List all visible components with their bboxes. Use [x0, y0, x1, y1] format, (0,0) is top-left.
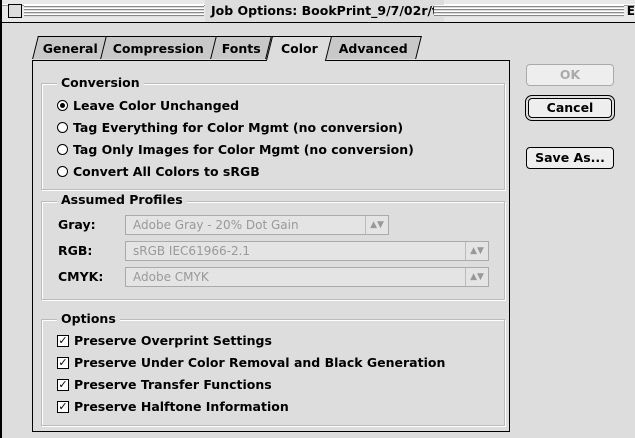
radio-selected-icon[interactable]: [57, 100, 68, 111]
checkbox-label: Preserve Halftone Information: [74, 399, 289, 414]
cmyk-profile-select[interactable]: Adobe CMYK ▲▼: [125, 267, 489, 287]
options-title: Options: [57, 311, 120, 326]
tab-color[interactable]: Color: [265, 36, 333, 61]
checkbox-ucr-bg[interactable]: ✓ Preserve Under Color Removal and Black …: [57, 355, 445, 370]
job-options-window: Job Options: BookPrint_9/7/02r/t E Gener…: [0, 0, 635, 438]
radio-label: Leave Color Unchanged: [73, 98, 240, 113]
updown-arrows-icon: ▲▼: [465, 268, 488, 286]
ok-button[interactable]: OK: [526, 64, 614, 86]
radio-leave-unchanged[interactable]: Leave Color Unchanged: [57, 98, 239, 113]
checkbox-label: Preserve Under Color Removal and Black G…: [74, 355, 446, 370]
checkbox-checked-icon[interactable]: ✓: [57, 334, 69, 347]
cmyk-profile-value: Adobe CMYK: [133, 270, 209, 284]
checkbox-checked-icon[interactable]: ✓: [57, 356, 69, 369]
checkbox-transfer[interactable]: ✓ Preserve Transfer Functions: [57, 377, 272, 392]
rgb-profile-select[interactable]: sRGB IEC61966-2.1 ▲▼: [125, 241, 489, 261]
gray-profile-value: Adobe Gray - 20% Dot Gain: [133, 218, 299, 232]
cancel-button[interactable]: Cancel: [528, 98, 612, 118]
save-as-button[interactable]: Save As...: [526, 147, 614, 169]
cmyk-label: CMYK:: [58, 269, 104, 284]
title-stripes-left: [24, 5, 204, 17]
radio-label: Convert All Colors to sRGB: [73, 164, 260, 179]
updown-arrows-icon: ▲▼: [365, 216, 388, 234]
checkbox-label: Preserve Transfer Functions: [74, 377, 272, 392]
radio-tag-everything[interactable]: Tag Everything for Color Mgmt (no conver…: [57, 120, 403, 135]
rgb-profile-value: sRGB IEC61966-2.1: [133, 244, 251, 258]
profiles-title: Assumed Profiles: [57, 192, 187, 207]
window-title: Job Options: BookPrint_9/7/02r/t: [205, 0, 445, 22]
radio-convert-srgb[interactable]: Convert All Colors to sRGB: [57, 164, 260, 179]
radio-tag-images[interactable]: Tag Only Images for Color Mgmt (no conve…: [57, 142, 414, 157]
close-box-icon[interactable]: [8, 4, 22, 18]
title-bar[interactable]: Job Options: BookPrint_9/7/02r/t E: [2, 0, 635, 23]
radio-icon[interactable]: [57, 144, 68, 155]
radio-label: Tag Only Images for Color Mgmt (no conve…: [73, 142, 414, 157]
checkbox-checked-icon[interactable]: ✓: [57, 378, 69, 391]
tab-advanced[interactable]: Advanced: [324, 36, 422, 59]
checkbox-checked-icon[interactable]: ✓: [57, 400, 69, 413]
tab-fonts[interactable]: Fonts: [210, 36, 272, 59]
updown-arrows-icon: ▲▼: [465, 242, 488, 260]
radio-icon[interactable]: [57, 166, 68, 177]
conversion-title: Conversion: [57, 75, 144, 90]
gray-profile-select[interactable]: Adobe Gray - 20% Dot Gain ▲▼: [125, 215, 389, 235]
color-panel: Conversion Leave Color Unchanged Tag Eve…: [32, 60, 510, 432]
radio-label: Tag Everything for Color Mgmt (no conver…: [73, 120, 404, 135]
radio-icon[interactable]: [57, 122, 68, 133]
checkbox-label: Preserve Overprint Settings: [74, 333, 272, 348]
zoom-box-icon[interactable]: E: [627, 4, 635, 18]
checkbox-overprint[interactable]: ✓ Preserve Overprint Settings: [57, 333, 272, 348]
tab-general[interactable]: General: [32, 36, 108, 59]
title-stripes-right: [434, 5, 624, 17]
gray-label: Gray:: [58, 217, 96, 232]
checkbox-halftone[interactable]: ✓ Preserve Halftone Information: [57, 399, 289, 414]
rgb-label: RGB:: [58, 243, 93, 258]
tab-compression[interactable]: Compression: [100, 36, 218, 59]
